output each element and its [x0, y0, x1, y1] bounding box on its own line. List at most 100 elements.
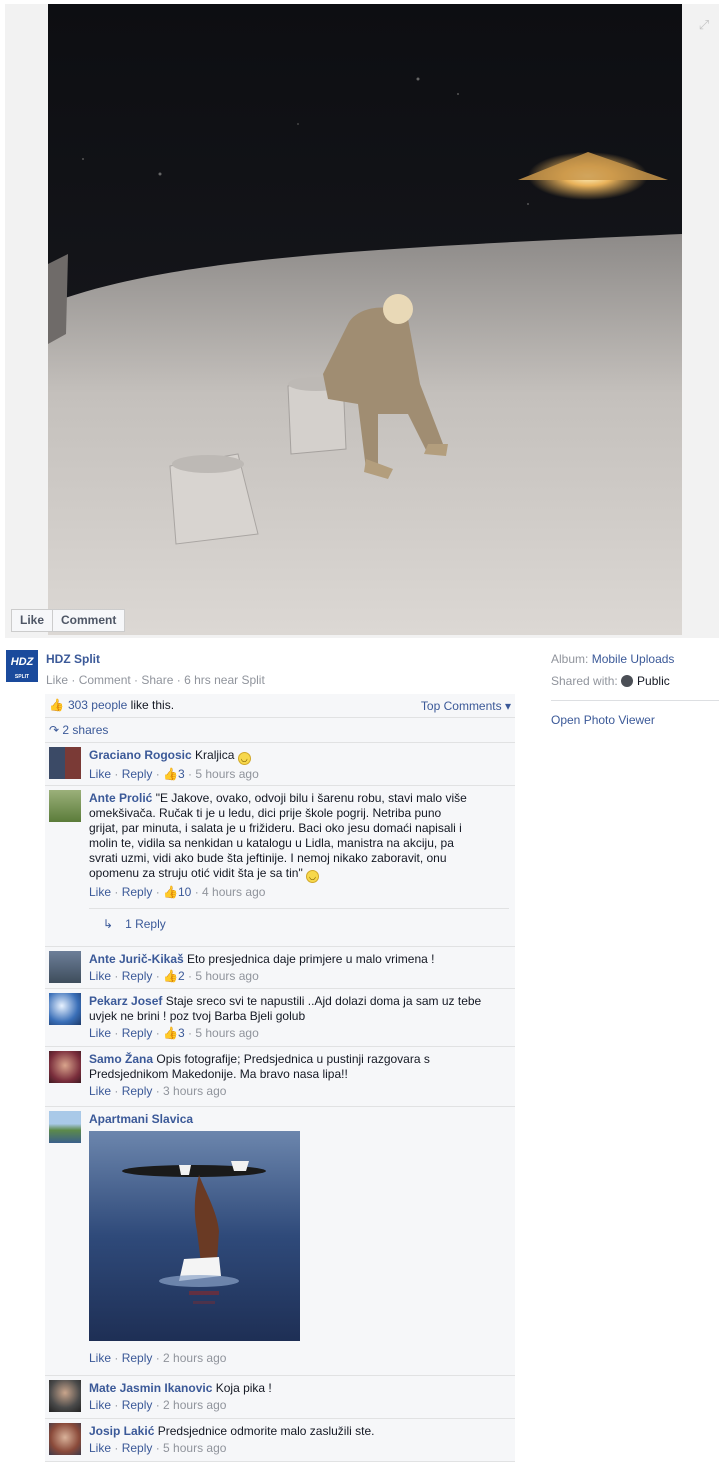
- shared-label: Shared with:: [551, 674, 618, 688]
- post-photo[interactable]: [48, 4, 682, 635]
- top-comments-dropdown[interactable]: Top Comments ▾: [421, 699, 511, 713]
- comment-attachment-image[interactable]: [89, 1131, 300, 1341]
- comment-like-count[interactable]: 3: [178, 767, 185, 781]
- commenter-name[interactable]: Josip Lakić: [89, 1424, 154, 1438]
- divider: [551, 700, 719, 701]
- thumbs-up-icon: 👍: [163, 969, 178, 983]
- expand-icon[interactable]: ⤢: [697, 18, 711, 32]
- smiley-emoji-icon: ◡: [237, 752, 251, 765]
- smiley-emoji-icon: ◡: [306, 870, 320, 883]
- reply-arrow-icon: ↳: [103, 917, 114, 931]
- open-photo-viewer-link[interactable]: Open Photo Viewer: [551, 713, 719, 727]
- comment-time: 2 hours ago: [163, 1351, 227, 1365]
- commenter-name[interactable]: Apartmani Slavica: [89, 1112, 193, 1126]
- post-meta: 6 hrs near Split: [184, 673, 265, 687]
- comment-reply-link[interactable]: Reply: [122, 1351, 153, 1365]
- comment: Josip Lakić Predsjednice odmorite malo z…: [45, 1419, 515, 1462]
- comment-reply-link[interactable]: Reply: [122, 969, 153, 983]
- thumbs-up-icon: 👍: [163, 885, 178, 899]
- commenter-avatar[interactable]: [49, 790, 81, 822]
- comment-time: 5 hours ago: [163, 1441, 227, 1455]
- like-button[interactable]: Like: [11, 609, 54, 632]
- commenter-name[interactable]: Mate Jasmin Ikanovic: [89, 1381, 212, 1395]
- page-avatar-text: HDZ: [10, 656, 34, 668]
- comment-time: 5 hours ago: [195, 1026, 259, 1040]
- shared-with-row: Shared with: Public: [551, 674, 719, 696]
- comment: Mate Jasmin Ikanovic Koja pika ! Like · …: [45, 1376, 515, 1419]
- view-replies-row[interactable]: ↳ 1 Reply: [89, 908, 509, 936]
- comment: Ante Prolić "E Jakove, ovako, odvoji bil…: [45, 786, 515, 947]
- comment-like-link[interactable]: Like: [89, 1398, 111, 1412]
- post-actions: Like · Comment · Share · 6 hrs near Spli…: [46, 673, 265, 687]
- likes-count-link[interactable]: 303 people: [68, 698, 127, 712]
- page-avatar[interactable]: HDZ SPLIT: [6, 650, 38, 682]
- comment-like-count[interactable]: 10: [178, 885, 191, 899]
- commenter-name[interactable]: Graciano Rogosic: [89, 748, 192, 762]
- thumbs-up-icon: 👍: [49, 698, 64, 712]
- post-comment-link[interactable]: Comment: [79, 673, 131, 687]
- comment-reply-link[interactable]: Reply: [122, 1441, 153, 1455]
- comment-text: Eto presjednica daje primjere u malo vri…: [187, 952, 435, 966]
- comment-like-link[interactable]: Like: [89, 885, 111, 899]
- comment-like-count[interactable]: 3: [178, 1026, 185, 1040]
- post-share-link[interactable]: Share: [141, 673, 173, 687]
- album-row: Album: Mobile Uploads: [551, 652, 719, 674]
- page-name[interactable]: HDZ Split: [46, 652, 100, 666]
- view-replies-link[interactable]: 1 Reply: [125, 917, 166, 931]
- photo-info-panel: Album: Mobile Uploads Shared with: Publi…: [551, 652, 719, 727]
- comment-reply-link[interactable]: Reply: [122, 1398, 153, 1412]
- separator: ·: [130, 673, 142, 687]
- likes-suffix: like this.: [127, 698, 175, 712]
- comment-text: Kraljica: [195, 748, 235, 762]
- commenter-name[interactable]: Ante Prolić: [89, 791, 152, 805]
- comment-like-link[interactable]: Like: [89, 767, 111, 781]
- comment-time: 2 hours ago: [163, 1398, 227, 1412]
- top-comments-label: Top Comments: [420, 699, 502, 713]
- commenter-avatar[interactable]: [49, 1423, 81, 1455]
- commenter-avatar[interactable]: [49, 1380, 81, 1412]
- comment-time: 5 hours ago: [195, 767, 259, 781]
- likes-row: 👍 303 people like this. Top Comments ▾: [45, 694, 515, 718]
- commenter-avatar[interactable]: [49, 747, 81, 779]
- comment-like-link[interactable]: Like: [89, 1084, 111, 1098]
- comment: Ante Jurič-Kikaš Eto presjednica daje pr…: [45, 947, 515, 989]
- comment: Samo Žana Opis fotografije; Predsjednica…: [45, 1047, 515, 1107]
- commenter-avatar[interactable]: [49, 951, 81, 983]
- separator: ·: [173, 673, 185, 687]
- comment-reply-link[interactable]: Reply: [122, 885, 153, 899]
- comment-text: Koja pika !: [215, 1381, 272, 1395]
- comment-button[interactable]: Comment: [53, 609, 126, 632]
- comment-like-count[interactable]: 2: [178, 969, 185, 983]
- commenter-avatar[interactable]: [49, 1051, 81, 1083]
- comment-time: 5 hours ago: [195, 969, 259, 983]
- thumbs-up-icon: 👍: [163, 1026, 178, 1040]
- commenter-avatar[interactable]: [49, 1111, 81, 1143]
- feedback-panel: 👍 303 people like this. Top Comments ▾ ↷ …: [45, 694, 515, 1462]
- commenter-avatar[interactable]: [49, 993, 81, 1025]
- comment-like-link[interactable]: Like: [89, 1351, 111, 1365]
- stage-actions: Like Comment: [11, 609, 126, 632]
- commenter-name[interactable]: Samo Žana: [89, 1052, 153, 1066]
- comment-like-link[interactable]: Like: [89, 1026, 111, 1040]
- share-icon: ↷: [49, 723, 60, 737]
- comment-reply-link[interactable]: Reply: [122, 1084, 153, 1098]
- shares-row[interactable]: ↷ 2 shares: [45, 718, 515, 743]
- comment-text: Predsjednice odmorite malo zaslužili ste…: [157, 1424, 375, 1438]
- album-link[interactable]: Mobile Uploads: [592, 652, 675, 666]
- comment-like-link[interactable]: Like: [89, 969, 111, 983]
- comment-reply-link[interactable]: Reply: [122, 1026, 153, 1040]
- comment: Graciano Rogosic Kraljica ◡ Like · Reply…: [45, 743, 515, 786]
- comment: Pekarz Josef Staje sreco svi te napustil…: [45, 989, 515, 1047]
- comment-time: 3 hours ago: [163, 1084, 227, 1098]
- commenter-name[interactable]: Pekarz Josef: [89, 994, 162, 1008]
- caret-down-icon: ▾: [504, 699, 511, 713]
- comment-like-link[interactable]: Like: [89, 1441, 111, 1455]
- album-label: Album:: [551, 652, 589, 666]
- comment: Apartmani Slavica Like · Reply · 2 hours…: [45, 1107, 515, 1376]
- comment-reply-link[interactable]: Reply: [122, 767, 153, 781]
- separator: ·: [68, 673, 79, 687]
- post-like-link[interactable]: Like: [46, 673, 68, 687]
- privacy-value[interactable]: Public: [637, 674, 670, 688]
- commenter-name[interactable]: Ante Jurič-Kikaš: [89, 952, 184, 966]
- shares-link[interactable]: 2 shares: [62, 723, 108, 737]
